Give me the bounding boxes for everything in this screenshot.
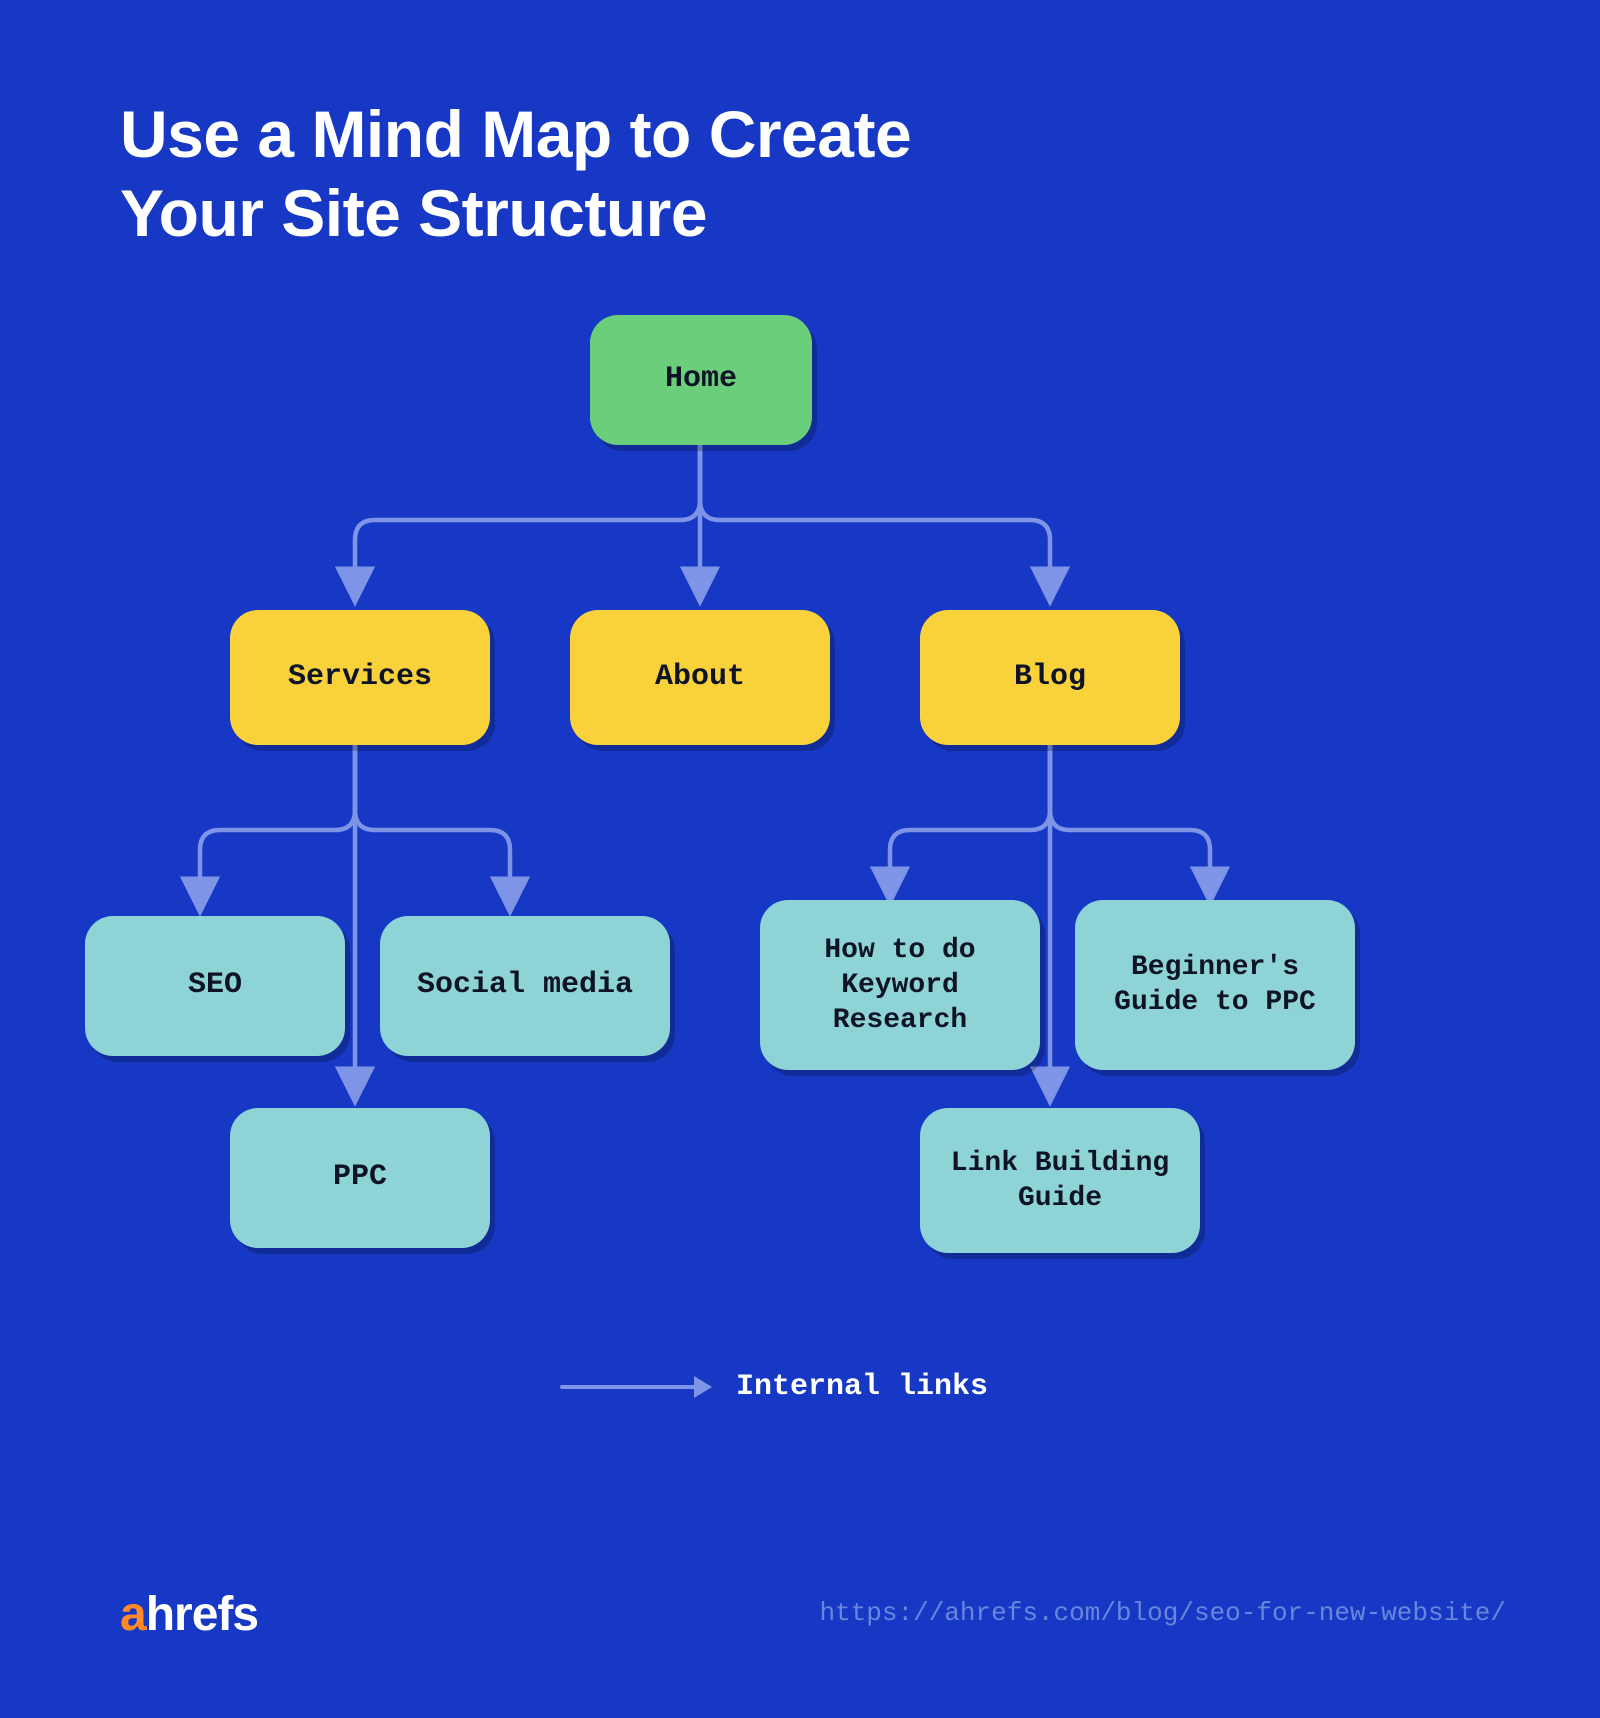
- node-label: Beginner's Guide to PPC: [1103, 950, 1327, 1020]
- source-url: https://ahrefs.com/blog/seo-for-new-webs…: [819, 1598, 1506, 1628]
- brand-rest: hrefs: [146, 1588, 258, 1641]
- brand-accent: a: [120, 1588, 146, 1641]
- brand-logo: ahrefs: [120, 1587, 258, 1642]
- node-link-building-guide: Link Building Guide: [920, 1108, 1200, 1253]
- node-label: Social media: [417, 967, 633, 1005]
- legend: Internal links: [560, 1370, 988, 1404]
- title-line-2: Your Site Structure: [120, 176, 707, 250]
- node-seo: SEO: [85, 916, 345, 1056]
- node-label: SEO: [188, 967, 242, 1005]
- connector-lines: [0, 0, 1600, 1718]
- node-beginners-guide-ppc: Beginner's Guide to PPC: [1075, 900, 1355, 1070]
- node-label: PPC: [333, 1159, 387, 1197]
- legend-label: Internal links: [736, 1370, 988, 1404]
- node-blog: Blog: [920, 610, 1180, 745]
- diagram-title: Use a Mind Map to Create Your Site Struc…: [120, 95, 911, 253]
- arrow-icon: [560, 1385, 710, 1389]
- node-about: About: [570, 610, 830, 745]
- title-line-1: Use a Mind Map to Create: [120, 97, 911, 171]
- node-keyword-research: How to do Keyword Research: [760, 900, 1040, 1070]
- node-social-media: Social media: [380, 916, 670, 1056]
- node-label: Blog: [1014, 659, 1086, 697]
- node-label: Link Building Guide: [948, 1146, 1172, 1216]
- node-ppc: PPC: [230, 1108, 490, 1248]
- node-label: Home: [665, 361, 737, 399]
- node-label: Services: [288, 659, 432, 697]
- node-label: About: [655, 659, 745, 697]
- node-services: Services: [230, 610, 490, 745]
- node-home: Home: [590, 315, 812, 445]
- node-label: How to do Keyword Research: [788, 933, 1012, 1038]
